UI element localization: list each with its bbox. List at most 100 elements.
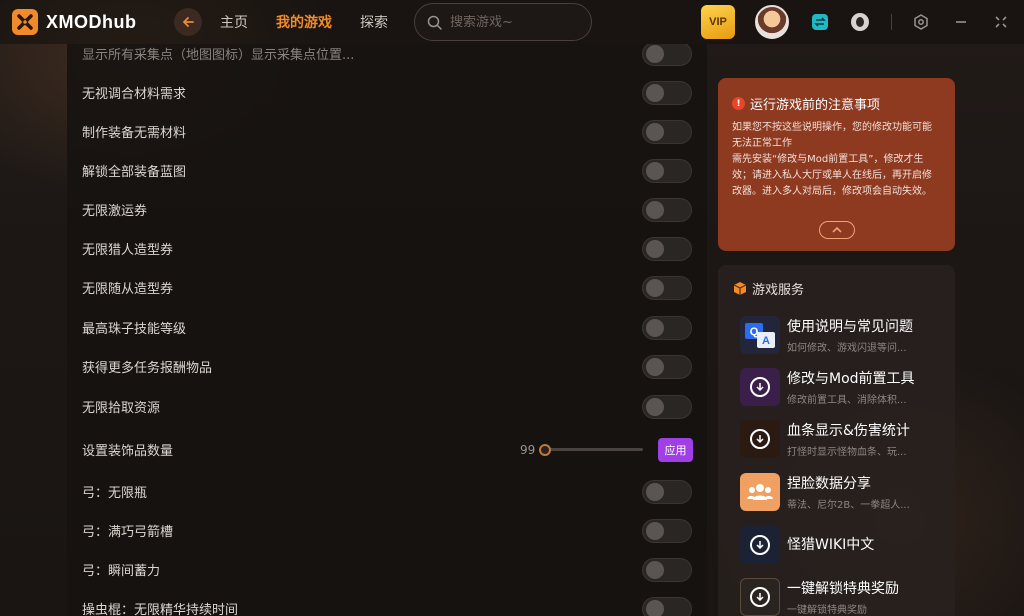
mod-label: 弓：满巧弓箭槽 [82,525,174,540]
notice-line: 需先安装“修改与Mod前置工具”，修改才生效；请进入私人大厅或单人在线后，再开启… [732,154,932,197]
switch-icon[interactable] [811,13,829,31]
chevron-up-icon [832,226,842,233]
mod-toggle[interactable] [642,557,692,582]
mod-row: 弓：瞬间蓄力 [67,550,707,589]
minimize-icon[interactable] [952,13,970,31]
vip-badge[interactable]: VIP [701,5,735,39]
service-item[interactable]: 一键解锁特典奖励 一键解锁特典奖励 [740,576,950,616]
download-icon [740,578,780,616]
mod-label: 弓：瞬间蓄力 [82,564,161,579]
mod-row: 制作装备无需材料 [67,112,707,151]
mod-row: 无限随从造型券 [67,268,707,307]
nav-home[interactable]: 主页 [220,12,248,32]
apply-button[interactable]: 应用 [658,437,693,462]
mod-row: 无限猎人造型券 [67,229,707,268]
mod-slider-row: 设置装饰品数量 99 应用 [67,430,707,469]
mod-row: 弓：无限瓶 [67,472,707,511]
mod-row: 无限拾取资源 [67,387,707,426]
app-logo[interactable]: XMODhub [12,9,172,35]
notice-card: ! 运行游戏前的注意事项 如果您不按这些说明操作，您的修改功能可能无法正常工作 … [718,78,955,251]
top-right-controls: VIP [701,0,1010,44]
slider-handle[interactable] [539,443,551,456]
search-input[interactable] [450,14,580,30]
mod-label: 无限拾取资源 [82,401,161,416]
notice-title: ! 运行游戏前的注意事项 [732,94,941,113]
service-title: 怪猎WIKI中文 [787,536,875,553]
service-title: 修改与Mod前置工具 [787,371,915,387]
mod-row: 获得更多任务报酬物品 [67,347,707,386]
mod-row: 最高珠子技能等级 [67,308,707,347]
mod-label: 无限猎人造型券 [82,243,174,258]
mod-toggle[interactable] [642,236,692,261]
top-bar: XMODhub 主页 我的游戏 探索 VIP [0,0,1024,44]
services-header: 游戏服务 [732,279,941,298]
settings-icon[interactable] [912,13,930,31]
slider-value: 99 [520,442,536,457]
slider-track[interactable] [547,448,643,451]
mod-row: 解锁全部装备蓝图 [67,151,707,190]
notice-title-text: 运行游戏前的注意事项 [750,98,881,113]
service-title: 捏脸数据分享 [787,476,871,492]
collapse-button[interactable] [819,221,855,239]
search-box[interactable] [414,3,592,41]
mod-label: 操虫棍：无限精华持续时间 [82,603,239,616]
service-subtitle: 一键解锁特典奖励 [787,605,867,616]
mod-label: 无限激运券 [82,204,148,219]
close-icon[interactable] [992,13,1010,31]
mod-row: 显示所有采集点（地图图标）显示采集点位置... [67,44,707,73]
service-subtitle: 打怪时显示怪物血条、玩... [787,447,907,458]
arrow-left-icon [182,17,194,27]
xmod-logo-icon [12,9,38,35]
service-item[interactable]: 捏脸数据分享 蒂法、尼尔2B、一拳超人... [740,471,950,513]
mod-label: 获得更多任务报酬物品 [82,361,213,376]
svg-text:A: A [762,335,770,347]
services-card: 游戏服务 QA 使用说明与常见问题 如何修改、游戏闪退等问... 修改与Mod前… [718,265,955,616]
back-button[interactable] [174,8,202,36]
search-icon [427,15,442,30]
mod-label: 设置装饰品数量 [82,444,174,459]
divider [891,14,892,30]
mod-toggle[interactable] [642,44,692,66]
mod-row: 操虫棍：无限精华持续时间 [67,589,707,616]
services-title: 游戏服务 [752,283,805,298]
mod-label: 无限随从造型券 [82,282,174,297]
mod-row: 无视调合材料需求 [67,73,707,112]
service-item[interactable]: 修改与Mod前置工具 修改前置工具、消除体积... [740,366,950,408]
qq-icon[interactable] [851,13,869,31]
service-item[interactable]: 血条显示&伤害统计 打怪时显示怪物血条、玩... [740,418,950,460]
mod-toggle[interactable] [642,394,692,419]
mod-toggle[interactable] [642,354,692,379]
service-subtitle: 如何修改、游戏闪退等问... [787,343,907,354]
mod-toggle[interactable] [642,479,692,504]
mod-toggle[interactable] [642,596,692,616]
notice-body: 如果您不按这些说明操作，您的修改功能可能无法正常工作 需先安装“修改与Mod前置… [732,120,941,200]
mod-label: 弓：无限瓶 [82,486,148,501]
mod-row: 弓：满巧弓箭槽 [67,511,707,550]
qa-icon: QA [740,316,780,354]
mod-label: 制作装备无需材料 [82,126,187,141]
service-title: 使用说明与常见问题 [787,319,913,335]
download-icon [740,368,780,406]
service-item[interactable]: 怪猎WIKI中文 [740,524,950,566]
nav-explore[interactable]: 探索 [360,12,388,32]
mod-toggle[interactable] [642,518,692,543]
mod-toggle[interactable] [642,315,692,340]
mods-panel: 显示所有采集点（地图图标）显示采集点位置... 无视调合材料需求 制作装备无需材… [67,44,707,616]
mod-label: 解锁全部装备蓝图 [82,165,187,180]
mod-toggle[interactable] [642,275,692,300]
mod-toggle[interactable] [642,80,692,105]
avatar[interactable] [755,5,789,39]
service-item[interactable]: QA 使用说明与常见问题 如何修改、游戏闪退等问... [740,314,950,356]
warning-icon: ! [732,97,745,110]
mod-toggle[interactable] [642,158,692,183]
mod-toggle[interactable] [642,119,692,144]
main-nav: 主页 我的游戏 探索 [220,12,416,32]
mod-label: 最高珠子技能等级 [82,322,187,337]
service-title: 一键解锁特典奖励 [787,581,899,597]
download-icon [740,420,780,458]
people-icon [740,473,780,511]
service-subtitle: 修改前置工具、消除体积... [787,395,907,406]
nav-my-games[interactable]: 我的游戏 [276,12,332,32]
download-icon [740,526,780,564]
mod-toggle[interactable] [642,197,692,222]
